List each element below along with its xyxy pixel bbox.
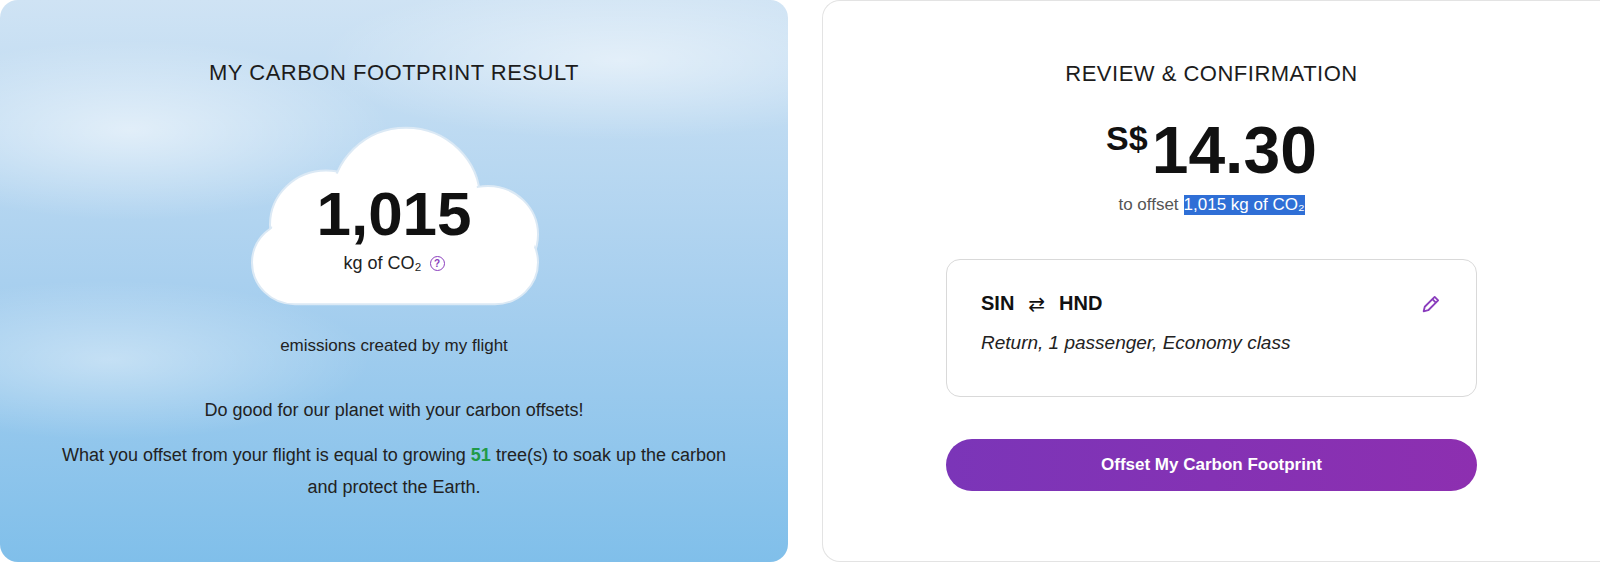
route-box: SIN ⇄ HND Return, 1 passenger, Economy c… [946, 259, 1477, 397]
emission-unit: kg of CO₂ [343, 253, 421, 274]
destination-code: HND [1059, 292, 1102, 316]
review-title: REVIEW & CONFIRMATION [1065, 61, 1357, 87]
result-card: MY CARBON FOOTPRINT RESULT 1,015 kg of C… [0, 0, 788, 562]
result-title: MY CARBON FOOTPRINT RESULT [209, 60, 579, 86]
offset-amount: 1,015 kg of CO₂ [1184, 195, 1305, 215]
tree-equivalence: What you offset from your flight is equa… [54, 439, 734, 503]
page: MY CARBON FOOTPRINT RESULT 1,015 kg of C… [0, 0, 1600, 564]
price: S$ 14.30 [1106, 117, 1317, 183]
origin-code: SIN [981, 292, 1014, 316]
route-details: Return, 1 passenger, Economy class [981, 332, 1442, 354]
emission-caption: emissions created by my flight [280, 336, 508, 356]
offset-line: to offset 1,015 kg of CO₂ [1118, 195, 1304, 215]
offset-label: to offset [1118, 195, 1178, 215]
swap-icon: ⇄ [1028, 292, 1045, 316]
offset-button[interactable]: Offset My Carbon Footprint [946, 439, 1477, 491]
tree-count: 51 [471, 445, 491, 465]
help-icon[interactable]: ? [430, 256, 445, 271]
slogan: Do good for our planet with your carbon … [205, 400, 584, 421]
pencil-icon[interactable] [1420, 293, 1442, 315]
emission-amount: 1,015 [316, 183, 471, 245]
cloud: 1,015 kg of CO₂ ? [234, 120, 554, 314]
review-card: REVIEW & CONFIRMATION S$ 14.30 to offset… [822, 0, 1600, 562]
currency: S$ [1106, 119, 1148, 158]
price-amount: 14.30 [1152, 117, 1317, 183]
